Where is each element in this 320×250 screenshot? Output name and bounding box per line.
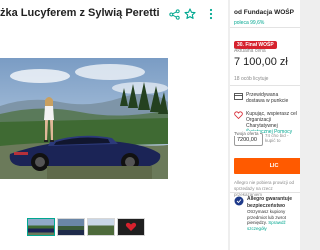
- seller-rating: poleca 99,6%: [234, 20, 265, 26]
- heart-logo-icon: [125, 222, 137, 231]
- more-icon[interactable]: [203, 6, 219, 22]
- purchase-panel: od Fundacja WOŚP poleca 99,6% 30. Finał …: [230, 0, 300, 250]
- current-price: 7 100,00 zł: [234, 56, 288, 68]
- thumbnail-4[interactable]: [117, 218, 145, 236]
- star-icon[interactable]: [182, 6, 198, 22]
- more-icon-graphic: [209, 8, 213, 20]
- thumbnail-1[interactable]: [27, 218, 55, 236]
- star-icon-graphic: [184, 8, 196, 19]
- share-icon[interactable]: [166, 6, 182, 22]
- current-price-label: Aktualna cena: [234, 48, 266, 54]
- guarantee-title: Allegro gwarantuje bezpieczeństwo: [247, 196, 293, 209]
- divider: [230, 27, 300, 28]
- bidders-count: 18 ocób licytuje: [234, 76, 269, 82]
- thumbnail-3[interactable]: [87, 218, 115, 236]
- shield-icon: [234, 196, 244, 206]
- share-icon-graphic: [168, 8, 180, 20]
- listing-title: żka Lucyferem z Sylwią Peretti: [0, 7, 160, 19]
- divider: [230, 85, 300, 86]
- guarantee-info: Allegro gwarantuje bezpieczeństwo Otrzym…: [234, 196, 300, 231]
- heart-icon: [234, 111, 243, 119]
- offer-input-label: Twoja oferta: [233, 131, 260, 136]
- divider: [230, 192, 300, 193]
- thumbnail-2[interactable]: [57, 218, 85, 236]
- listing-main-panel: żka Lucyferem z Sylwią Peretti: [0, 0, 228, 250]
- delivery-box-icon: [234, 93, 243, 100]
- charity-text: Kupując, wspierasz cel Organizacji Chary…: [246, 111, 297, 129]
- listing-main-photo[interactable]: [0, 58, 168, 179]
- thumbnail-strip: [27, 218, 145, 236]
- bid-button[interactable]: LIC: [234, 158, 300, 174]
- seller-name[interactable]: od Fundacja WOŚP: [234, 9, 294, 16]
- delivery-text: Przewidywana dostawa w punkcie: [246, 92, 289, 104]
- delivery-info: Przewidywana dostawa w punkcie: [234, 92, 298, 104]
- bid-note: 74 cho bid - kupić to: [265, 133, 289, 143]
- main-photo-image: [0, 58, 168, 179]
